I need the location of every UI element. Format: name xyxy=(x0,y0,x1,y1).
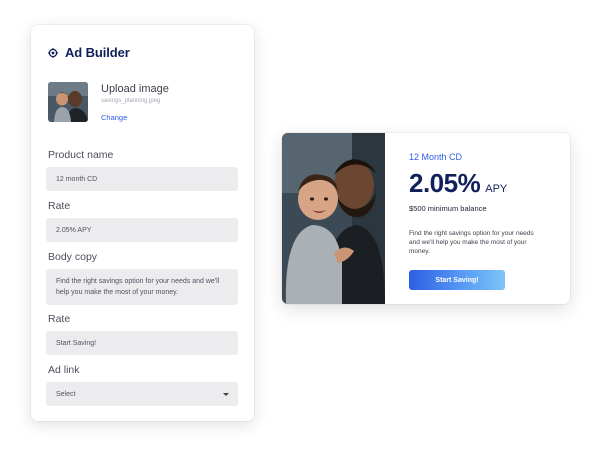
ad-content: 12 Month CD 2.05% APY $500 minimum balan… xyxy=(409,152,559,290)
cta-input[interactable]: Start Saving! xyxy=(46,331,238,355)
app-title: Ad Builder xyxy=(65,45,130,60)
body-copy-textarea[interactable]: Find the right savings option for your n… xyxy=(46,269,238,305)
start-saving-button[interactable]: Start Saving! xyxy=(409,270,505,290)
ad-rate-value: 2.05% xyxy=(409,168,481,198)
ad-link-select[interactable]: Select xyxy=(46,382,238,406)
upload-title: Upload image xyxy=(101,83,169,95)
ad-product-name: 12 Month CD xyxy=(409,152,463,162)
upload-section: Upload image savings_planning.jpeg Chang… xyxy=(48,82,169,122)
chevron-down-icon xyxy=(223,393,229,396)
change-image-link[interactable]: Change xyxy=(101,113,169,122)
ad-preview-card: 12 Month CD 2.05% APY $500 minimum balan… xyxy=(282,133,570,304)
ad-minimum-balance: $500 minimum balance xyxy=(409,204,487,213)
ad-body-copy: Find the right savings option for your n… xyxy=(409,230,534,255)
target-icon xyxy=(48,47,58,58)
cta-label: Rate xyxy=(48,313,71,325)
body-copy-label: Body copy xyxy=(48,251,98,263)
product-name-label: Product name xyxy=(48,149,114,161)
rate-label: Rate xyxy=(48,200,71,212)
upload-info: Upload image savings_planning.jpeg Chang… xyxy=(101,82,169,122)
ad-photo xyxy=(282,133,385,304)
rate-input[interactable]: 2.05% APY xyxy=(46,218,238,242)
ad-link-label: Ad link xyxy=(48,364,80,376)
upload-filename: savings_planning.jpeg xyxy=(101,98,161,104)
product-name-input[interactable]: 12 month CD xyxy=(46,167,238,191)
brand-header: Ad Builder xyxy=(48,45,130,60)
ad-builder-panel: Ad Builder Upload image savings_planning… xyxy=(31,25,254,421)
ad-rate-row: 2.05% APY xyxy=(409,168,559,199)
ad-rate-suffix: APY xyxy=(485,183,508,195)
ad-link-selected: Select xyxy=(56,390,76,398)
image-thumbnail[interactable] xyxy=(48,82,88,122)
